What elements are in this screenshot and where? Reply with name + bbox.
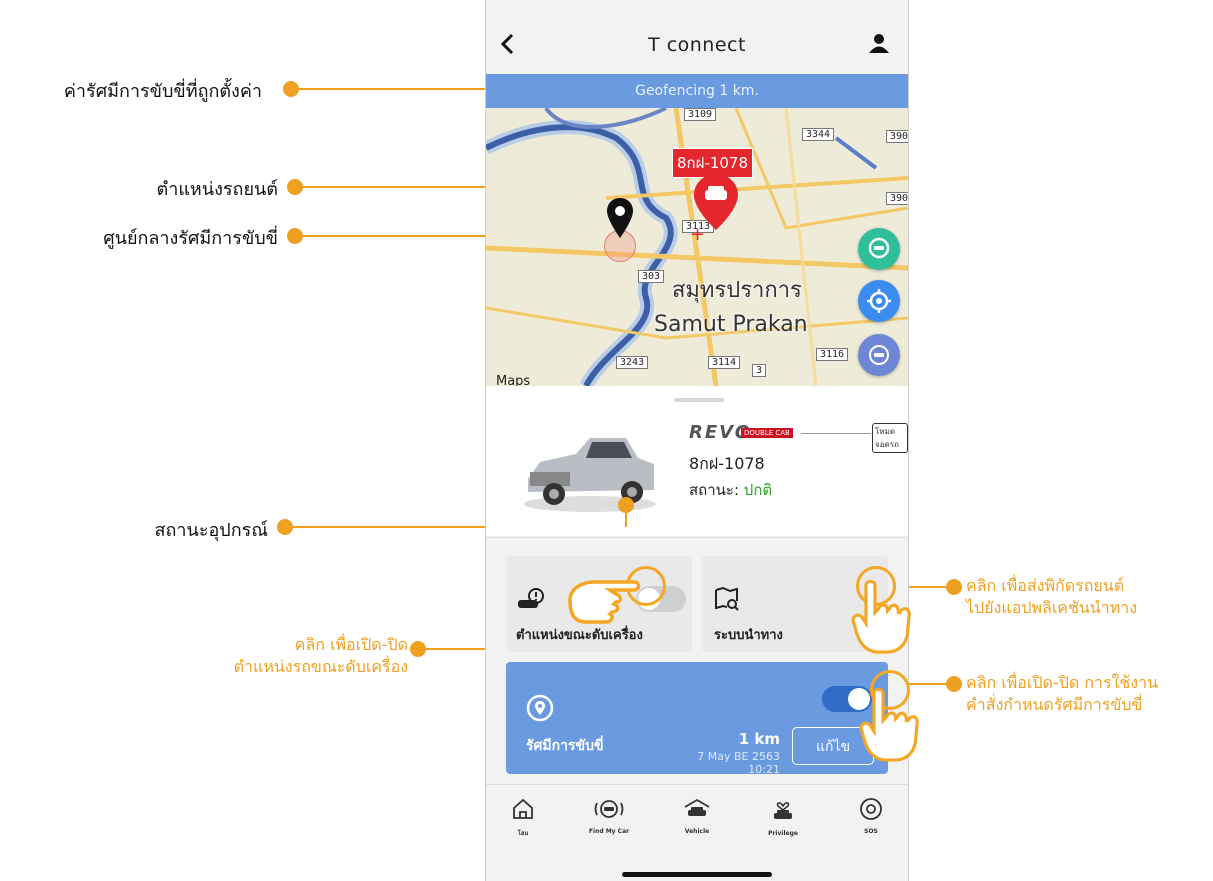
- geofence-banner: Geofencing 1 km.: [486, 74, 908, 108]
- tab-label: SOS: [864, 828, 878, 835]
- road-shield: 3344: [802, 128, 835, 141]
- annotation-geofence-center: ศูนย์กลางรัศมีการขับขี่: [103, 228, 278, 249]
- road-shield: 3116: [816, 348, 849, 361]
- tab-label: โฮม: [517, 830, 529, 837]
- car-location-button[interactable]: [858, 228, 900, 270]
- road-shield: 3243: [616, 356, 649, 369]
- tap-hand-icon: [859, 687, 919, 762]
- tab-vehicle[interactable]: Vehicle: [662, 797, 732, 835]
- model-sub-label: DOUBLE CAB: [741, 428, 793, 438]
- find-car-icon: [594, 800, 624, 818]
- status-value: ปกติ: [743, 481, 773, 499]
- app-brand-logo: T connect: [648, 34, 746, 56]
- status-label: สถานะ:: [689, 481, 744, 499]
- privilege-icon: [774, 802, 792, 819]
- vehicle-icon: [684, 798, 710, 816]
- car-alert-icon: [518, 588, 544, 608]
- annotation-engine-off-toggle: คลิก เพื่อเปิด-ปิด ตำแหน่งรถขณะดับเครื่อ…: [170, 634, 408, 678]
- annotation-send-location: คลิก เพื่อส่งพิกัดรถยนต์ ไปยังแอปพลิเคชั…: [966, 575, 1206, 619]
- phone-screen: T connect Geofencing 1 km. 3109 3344 390…: [485, 0, 909, 881]
- annotation-geofence-setting: ค่ารัศมีการขับขี่ที่ถูกตั้งค่า: [63, 81, 262, 102]
- geofence-label: รัศมีการขับขี่: [526, 738, 604, 754]
- annotation-text: คลิก เพื่อเปิด-ปิด: [294, 635, 408, 654]
- annotation-text: คำสั่งกำหนดรัศมีการขับขี่: [966, 695, 1143, 714]
- annotation-text: ตำแหน่งรถขณะดับเครื่อง: [233, 657, 408, 676]
- annotation-dot: [946, 676, 962, 692]
- road-shield: 3114: [708, 356, 741, 369]
- user-profile-icon[interactable]: [868, 32, 890, 54]
- annotation-text: คลิก เพื่อส่งพิกัดรถยนต์: [966, 576, 1125, 595]
- tab-find-my-car[interactable]: Find My Car: [574, 797, 644, 835]
- car-position-crosshair-icon: +: [690, 224, 706, 245]
- geofence-card: รัศมีการขับขี่ 1 km 7 May BE 2563 10:21 …: [506, 662, 888, 776]
- sos-icon: [860, 798, 882, 820]
- road-shield: 390: [886, 130, 908, 143]
- tap-hand-icon: [568, 580, 641, 624]
- vehicle-info-sheet: REVO DOUBLE CAB โหมดจอดรถ 8กฝ-1078 สถานะ…: [486, 386, 908, 536]
- tab-sos[interactable]: SOS: [836, 797, 906, 835]
- car-location-marker-icon[interactable]: [694, 174, 738, 230]
- bottom-tab-bar: โฮม Find My Car Vehicle Privilege SOS: [486, 784, 908, 881]
- annotation-text: ไปยังแอปพลิเคชันนำทาง: [966, 598, 1138, 617]
- tab-home[interactable]: โฮม: [488, 797, 558, 838]
- location-pin-icon: [526, 694, 554, 722]
- annotation-text: คลิก เพื่อเปิด-ปิด การใช้งาน: [966, 673, 1158, 692]
- tap-hand-icon: [851, 579, 911, 654]
- annotation-geofence-toggle: คลิก เพื่อเปิด-ปิด การใช้งาน คำสั่งกำหนด…: [966, 672, 1206, 716]
- annotation-dot: [283, 81, 299, 97]
- annotation-dot: [946, 579, 962, 595]
- feature-cards: ตำแหน่งขณะดับเครื่อง ระบบนำทาง รัศมีการข…: [486, 537, 908, 776]
- top-bar: T connect: [486, 14, 908, 74]
- map-city-label-thai: สมุทรปราการ: [672, 278, 802, 303]
- geofence-timestamp: 7 May BE 2563 10:21: [697, 750, 780, 776]
- sheet-drag-handle[interactable]: [674, 398, 724, 402]
- vehicle-plate: 8กฝ-1078: [689, 454, 765, 473]
- parking-mode-badge: โหมดจอดรถ: [872, 423, 908, 453]
- tab-privilege[interactable]: Privilege: [748, 797, 818, 837]
- annotation-dot: [287, 179, 303, 195]
- geofence-center-pin-icon[interactable]: [607, 198, 633, 238]
- road-shield: 3: [752, 364, 767, 377]
- map-search-icon: [715, 586, 739, 611]
- tab-label: Find My Car: [588, 828, 630, 835]
- home-icon: [513, 798, 533, 819]
- device-status: สถานะ: ปกติ: [689, 478, 772, 502]
- map-city-label-en: Samut Prakan: [654, 312, 808, 337]
- road-shield: 3901: [886, 192, 908, 205]
- annotation-car-position: ตำแหน่งรถยนต์: [156, 179, 278, 200]
- car-pin-icon: [868, 237, 890, 259]
- annotation-dot: [287, 228, 303, 244]
- vehicle-photo: [524, 438, 656, 512]
- model-divider: [801, 433, 871, 434]
- annotation-line: [290, 88, 512, 90]
- geofence-radius: 1 km: [738, 730, 780, 748]
- map-view[interactable]: 3109 3344 390 3901 3113 303 3243 3114 3 …: [486, 108, 908, 386]
- target-icon: [867, 289, 891, 313]
- find-car-icon: [869, 345, 889, 365]
- find-car-button[interactable]: [858, 334, 900, 376]
- road-shield: 3109: [684, 108, 717, 121]
- annotation-line: [625, 505, 627, 527]
- tab-label: Vehicle: [684, 828, 710, 835]
- home-indicator: [622, 872, 772, 877]
- annotation-dot: [277, 519, 293, 535]
- tab-label: Privilege: [768, 830, 798, 837]
- road-shield: 303: [638, 270, 665, 283]
- maps-attribution: Maps: [496, 374, 531, 386]
- annotation-device-status: สถานะอุปกรณ์: [154, 520, 268, 541]
- navigation-label: ระบบนำทาง: [714, 628, 783, 643]
- my-location-button[interactable]: [858, 280, 900, 322]
